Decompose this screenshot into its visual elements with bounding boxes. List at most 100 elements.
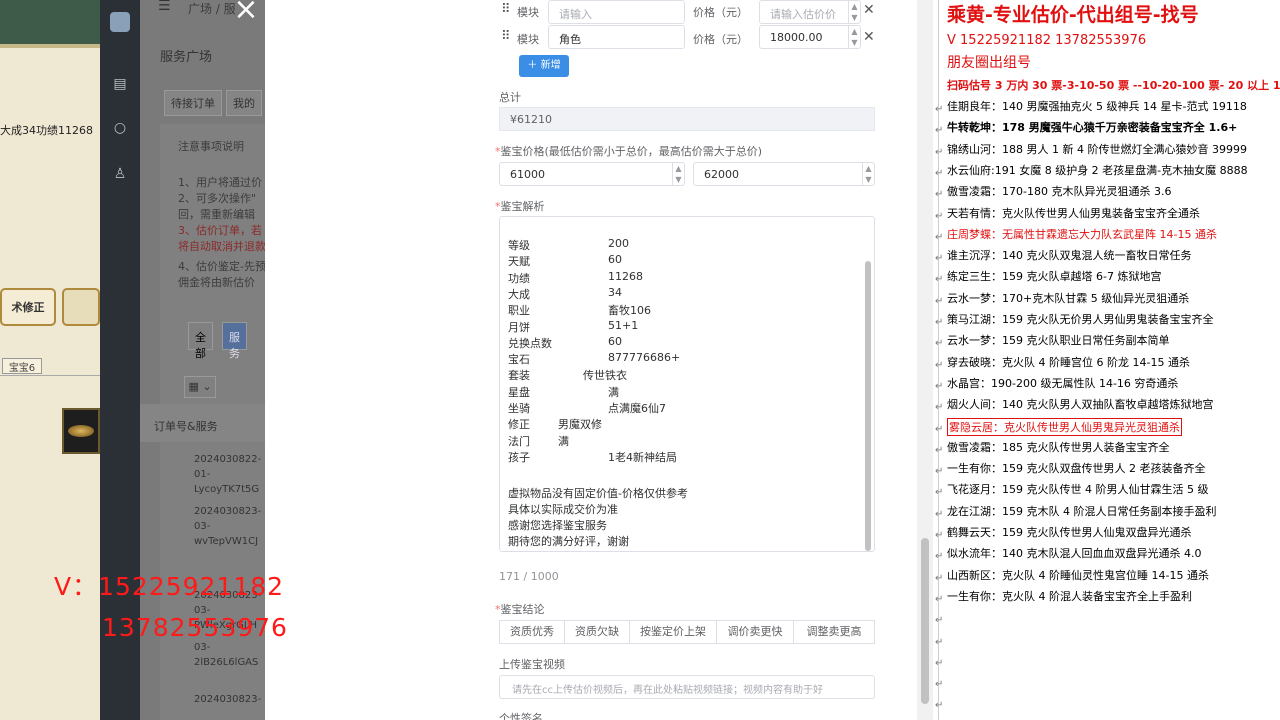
ad-entry: 策马江湖：159 克火队无价男人男仙男鬼装备宝宝齐全 xyxy=(947,313,1214,326)
watermark-line-2: 13782553976 xyxy=(102,613,288,642)
game-slot-button[interactable] xyxy=(62,288,100,326)
close-icon[interactable]: × xyxy=(230,0,262,26)
analysis-key: 星盘 xyxy=(508,385,530,399)
ad-entry: 云水一梦：170+克木队甘霖 5 级仙异光灵狙通杀 xyxy=(947,291,1190,305)
analysis-value: 点满魔6仙7 xyxy=(608,402,666,415)
analysis-textarea[interactable]: 等级 200 天赋 60 功绩 11268 大成 34 职业 畜牧106 月饼 51+1 兑换点数 60 宝… xyxy=(499,216,875,552)
ad-phones: V 15225921182 13782553976 xyxy=(947,33,1147,48)
analysis-key: 兑换点数 xyxy=(508,336,552,350)
note-line: 1、用户将通过价 xyxy=(178,176,262,189)
stepper-icon[interactable]: ▲ ▼ xyxy=(862,163,874,185)
paragraph-mark-icon: ↵ xyxy=(935,487,944,499)
paragraph-mark-icon: ↵ xyxy=(935,380,944,392)
note-line: 2、可多次操作" xyxy=(178,192,257,205)
conclusion-option-lacking[interactable]: 资质欠缺 xyxy=(564,620,630,644)
paragraph-mark-icon: ↵ xyxy=(935,657,944,669)
char-counter: 171 / 1000 xyxy=(499,570,559,583)
tab-my-orders[interactable]: 我的 xyxy=(226,90,262,116)
ad-entry: 锦绣山河：188 男人 1 新 4 阶传世燃灯全满心猿妙音 39999 xyxy=(947,142,1247,156)
paragraph-mark-icon: ↵ xyxy=(935,231,944,243)
video-link-input[interactable]: 请先在cc上传估价视频后，再在此处粘贴视频链接；视频内容有助于好 xyxy=(499,675,875,699)
game-item-image[interactable] xyxy=(62,408,100,454)
add-module-button[interactable]: ＋ 新增 xyxy=(519,55,569,77)
conclusion-option-excellent[interactable]: 资质优秀 xyxy=(499,620,565,644)
drag-handle-icon[interactable]: ⠿ xyxy=(501,2,511,17)
admin-app: ▤ ○ ♙ ☰ 广场 / 服 服务广场 待接订单 我的 注意事项说明 1、用户将… xyxy=(100,0,265,720)
conclusion-option-faster[interactable]: 调价卖更快 xyxy=(716,620,794,644)
paragraph-mark-icon: ↵ xyxy=(935,167,944,179)
analysis-key: 职业 xyxy=(508,304,530,318)
stepper-icon[interactable]: ▲ ▼ xyxy=(848,26,860,48)
analysis-key: 修正 xyxy=(508,418,530,432)
stepper-icon[interactable]: ▲ ▼ xyxy=(848,1,860,23)
analysis-value: 60 xyxy=(608,253,622,267)
table-row[interactable]: 2024030823- xyxy=(194,692,261,707)
module-label: 模块 xyxy=(517,33,539,46)
analysis-footer-line: 期待您的满分好评，谢谢 xyxy=(508,535,629,548)
appraisal-price-label: *鉴宝价格(最低估价需小于总价，最高估价需大于总价) xyxy=(495,145,763,158)
menu-toggle-icon[interactable]: ☰ xyxy=(158,0,171,14)
price-input[interactable]: 请输入估价价 ▲ ▼ xyxy=(759,0,861,24)
analysis-key: 坐骑 xyxy=(508,402,530,415)
gold-emblem-icon xyxy=(68,425,94,437)
paragraph-mark-icon: ↵ xyxy=(935,189,944,201)
module-input[interactable]: 角色 xyxy=(548,25,685,49)
tab-pending-orders[interactable]: 待接订单 xyxy=(164,90,222,116)
ad-entry: 云水一梦：159 克火队职业日常任务副本简单 xyxy=(947,334,1170,348)
analysis-key: 法门 xyxy=(508,434,530,448)
watermark-line-1: V：15225921182 xyxy=(54,572,285,601)
ad-document: 乘黄-专业估价-代出组号-找号 V 15225921182 1378255397… xyxy=(933,0,1280,720)
textarea-scrollbar[interactable] xyxy=(864,221,872,551)
remove-row-icon[interactable]: ✕ xyxy=(863,2,875,18)
game-correction-button[interactable]: 术修正 xyxy=(0,288,56,326)
stepper-icon[interactable]: ▲ ▼ xyxy=(672,163,684,185)
game-button-row: 术修正 xyxy=(0,288,100,328)
paragraph-mark-icon: ↵ xyxy=(935,146,944,158)
paragraph-mark-icon: ↵ xyxy=(935,466,944,478)
paragraph-mark-icon: ↵ xyxy=(935,615,944,627)
paragraph-mark-icon: ↵ xyxy=(935,104,944,115)
table-row[interactable]: 2024030823- 03- wvTepVW1CJ xyxy=(194,504,261,549)
max-price-input[interactable]: 62000 ▲ ▼ xyxy=(693,162,875,186)
analysis-key: 套装 xyxy=(508,369,530,383)
paragraph-mark-icon: ↵ xyxy=(935,253,944,265)
ad-entry: 穿去破晓：克火队 4 阶睡宫位 6 阶龙 14-15 通杀 xyxy=(947,355,1190,369)
game-tab-pet[interactable]: 宝宝6 xyxy=(2,358,42,374)
paragraph-mark-icon: ↵ xyxy=(935,402,944,414)
ad-headline: 乘黄-专业估价-代出组号-找号 xyxy=(947,4,1199,26)
analysis-value: 满 xyxy=(558,434,569,448)
note-line: 4、估价鉴定-先预 xyxy=(178,260,265,273)
appraisal-drawer: ⠿ 模块 请输入 价格（元） 请输入估价价 ▲ ▼ ✕ ⠿ 模块 角色 价格（元）… xyxy=(265,0,933,720)
conclusion-option-higher[interactable]: 调整卖更高 xyxy=(793,620,875,644)
filter-service[interactable]: 服务 xyxy=(222,322,247,360)
document-icon[interactable]: ▤ xyxy=(110,76,130,96)
note-line-warning: 3、估价订单，若 xyxy=(178,224,262,237)
conclusion-option-list[interactable]: 按鉴定价上架 xyxy=(629,620,717,644)
user-icon[interactable]: ♙ xyxy=(110,166,130,186)
paragraph-mark-icon: ↵ xyxy=(935,593,944,605)
analysis-value: 60 xyxy=(608,334,622,348)
paragraph-mark-icon: ↵ xyxy=(935,508,944,520)
grid-view-icon[interactable]: ▦ ⌄ xyxy=(184,376,216,398)
filter-all[interactable]: 全部 xyxy=(188,322,213,360)
ad-entry: 龙在江湖：159 克木队 4 阶混人日常任务副本接手盈利 xyxy=(947,504,1217,518)
total-label: 总计 xyxy=(499,91,521,104)
analysis-value: 200 xyxy=(608,237,629,250)
analysis-value: 34 xyxy=(608,285,622,299)
paragraph-mark-icon: ↵ xyxy=(935,125,944,137)
drawer-scrollbar[interactable] xyxy=(917,0,933,720)
search-icon[interactable]: ○ xyxy=(110,120,130,140)
ad-entry: 飞花逐月：159 克火队传世 4 阶男人仙甘霖生活 5 级 xyxy=(947,483,1209,497)
analysis-value: 满 xyxy=(608,385,619,399)
min-price-input[interactable]: 61000 ▲ ▼ xyxy=(499,162,685,186)
note-line: 佣金将由新估价 xyxy=(178,276,255,289)
price-label: 价格（元） xyxy=(693,6,748,19)
table-row[interactable]: 2024030822- 01- LycoyTK7t5G xyxy=(194,452,261,497)
table-row[interactable]: 03- 2lB26L6lGAS xyxy=(194,640,258,670)
price-input[interactable]: 18000.00 ▲ ▼ xyxy=(759,25,861,49)
module-input[interactable]: 请输入 xyxy=(548,0,685,24)
drag-handle-icon[interactable]: ⠿ xyxy=(501,29,511,44)
remove-row-icon[interactable]: ✕ xyxy=(863,29,875,45)
app-logo-icon xyxy=(110,12,130,32)
analysis-value: 畜牧106 xyxy=(608,304,651,318)
